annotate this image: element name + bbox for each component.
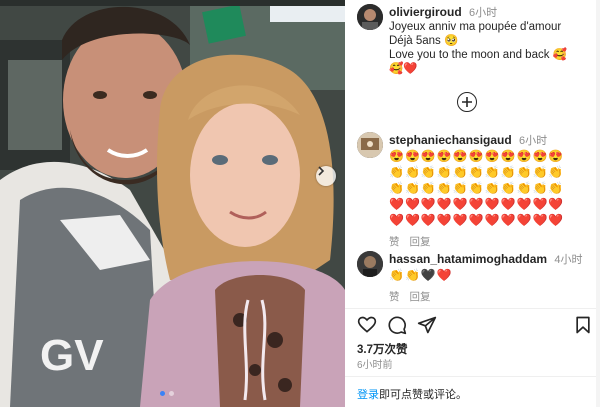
comment-reply-button[interactable]: 回复 [410, 289, 431, 304]
photo-illustration: GV [0, 0, 345, 407]
plus-circle-icon [462, 97, 472, 107]
comment-text: ❤️❤️❤️❤️❤️❤️❤️❤️❤️❤️❤️ [389, 197, 565, 211]
login-link[interactable]: 登录 [357, 389, 379, 401]
comment-text: 👏👏👏👏👏👏👏👏👏👏👏 [389, 165, 565, 179]
comment-author[interactable]: stephaniechansigaud [389, 133, 512, 147]
post-actions [357, 315, 593, 337]
heart-icon [357, 316, 377, 333]
login-prompt-text: 即可点赞或评论。 [379, 389, 467, 401]
post-timestamp: 6小时前 [357, 360, 393, 371]
comment-text: 👏👏🖤❤️ [389, 268, 453, 282]
comment-author[interactable]: hassan_hatamimoghaddam [389, 252, 547, 266]
commenter-avatar-icon [357, 132, 383, 158]
instagram-post-view: GV oliviergiroud 6小时 Joyeux anniv ma pou… [0, 0, 600, 407]
comment-bubble-icon [388, 316, 407, 335]
comment-reply-button[interactable]: 回复 [410, 234, 431, 249]
post-side-panel: oliviergiroud 6小时 Joyeux anniv ma poupée… [345, 0, 600, 407]
author-avatar-icon [357, 4, 383, 30]
caption-line: Joyeux anniv ma poupée d'amour [389, 21, 562, 33]
caption-line: Déjà 5ans 🥺 [389, 35, 459, 47]
comment-item: hassan_hatamimoghaddam 4小时 👏👏🖤❤️ 赞 回复 [357, 251, 593, 304]
bookmark-icon [576, 316, 590, 334]
save-button[interactable] [573, 315, 593, 338]
divider [345, 376, 600, 377]
avatar[interactable] [357, 251, 383, 277]
post-age: 6小时 [469, 7, 498, 19]
carousel-indicator [160, 391, 174, 396]
login-prompt: 登录即可点赞或评论。 [357, 386, 467, 402]
avatar[interactable] [357, 4, 383, 30]
post-author[interactable]: oliviergiroud [389, 5, 462, 19]
comment-text: ❤️❤️❤️❤️❤️❤️❤️❤️❤️❤️❤️ [389, 213, 565, 227]
divider [345, 308, 600, 309]
scrollbar[interactable] [596, 0, 600, 407]
svg-text:GV: GV [40, 331, 104, 380]
commenter-avatar-icon [357, 251, 383, 277]
caption-line: 🥰❤️ [389, 63, 418, 75]
comment-text: 👏👏👏👏👏👏👏👏👏👏👏 [389, 181, 565, 195]
comment-like-button[interactable]: 赞 [389, 289, 400, 304]
comment-age: 4小时 [554, 254, 583, 266]
chevron-right-icon [318, 166, 325, 176]
carousel-dot [160, 391, 165, 396]
comment-like-button[interactable]: 赞 [389, 234, 400, 249]
post-caption: Joyeux anniv ma poupée d'amour Déjà 5ans… [389, 20, 567, 76]
caption-line: Love you to the moon and back 🥰 [389, 49, 567, 61]
share-button[interactable] [417, 315, 437, 338]
carousel-dot [169, 391, 174, 396]
avatar[interactable] [357, 132, 383, 158]
load-more-comments-button[interactable] [457, 92, 477, 112]
paper-plane-icon [417, 316, 437, 334]
comment-item: stephaniechansigaud 6小时 😍😍😍😍😍😍😍😍😍😍😍 👏👏👏👏… [357, 132, 593, 249]
carousel-next-button[interactable] [316, 166, 336, 186]
comment-text: 😍😍😍😍😍😍😍😍😍😍😍 [389, 149, 565, 163]
post-photo[interactable]: GV [0, 0, 345, 407]
like-count[interactable]: 3.7万次赞 [357, 341, 408, 357]
post-caption-block: oliviergiroud 6小时 Joyeux anniv ma poupée… [357, 4, 593, 76]
comment-age: 6小时 [519, 135, 548, 147]
like-button[interactable] [357, 315, 377, 338]
comment-button[interactable] [387, 315, 407, 338]
